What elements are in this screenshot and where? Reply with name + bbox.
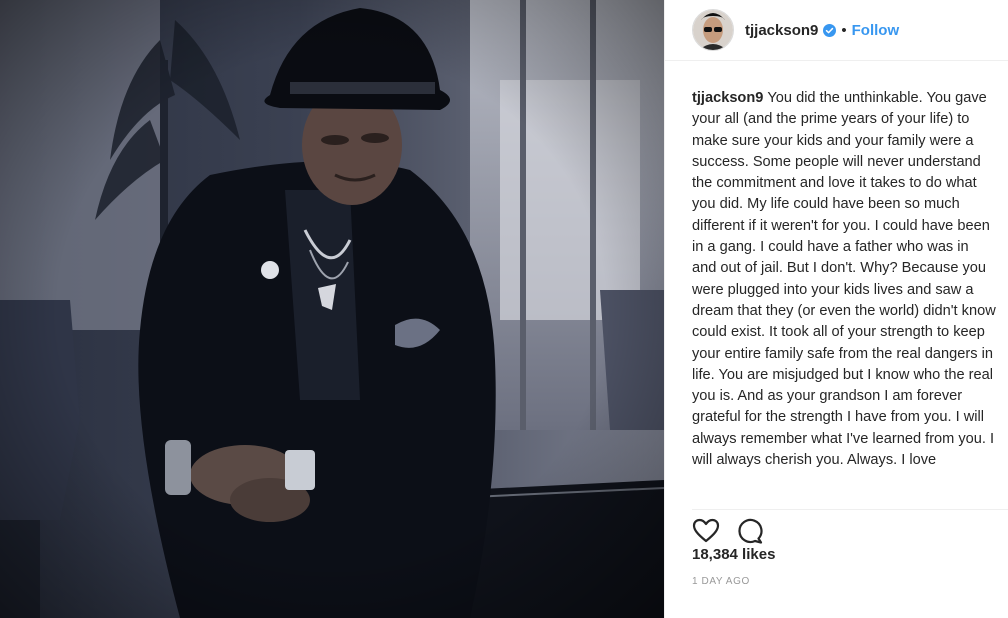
comment-icon[interactable] (736, 517, 764, 545)
separator-dot: • (841, 21, 847, 39)
post-photo[interactable] (0, 0, 664, 618)
post-timestamp[interactable]: 1 DAY AGO (692, 576, 750, 587)
username-link[interactable]: tjjackson9 (745, 22, 818, 39)
follow-button[interactable]: Follow (852, 22, 900, 39)
post-actions (692, 509, 1008, 546)
caption-username[interactable]: tjjackson9 (692, 90, 763, 106)
caption-text: You did the unthinkable. You gave your a… (692, 90, 996, 469)
post-header: tjjackson9 • Follow (665, 0, 1008, 61)
caption: tjjackson9 You did the unthinkable. You g… (692, 88, 997, 492)
heart-icon[interactable] (692, 517, 720, 545)
verified-badge-icon (823, 23, 837, 37)
post-sidebar: tjjackson9 • Follow tjjackson9 You did th… (664, 0, 1008, 618)
avatar[interactable] (692, 9, 734, 51)
likes-count[interactable]: 18,384 likes (692, 546, 775, 563)
instagram-post: tjjackson9 • Follow tjjackson9 You did th… (0, 0, 1008, 618)
